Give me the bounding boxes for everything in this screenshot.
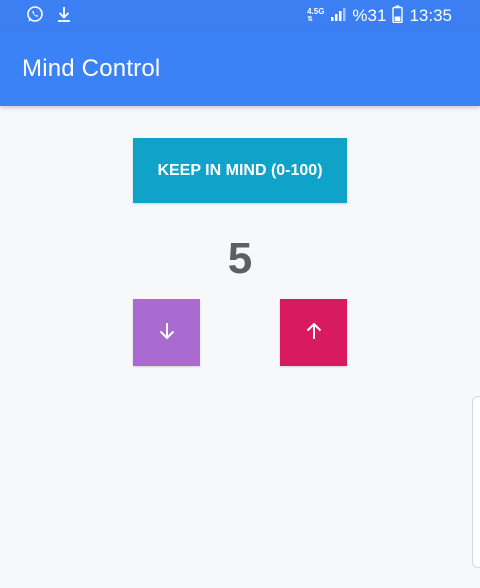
clock: 13:35 (409, 6, 452, 25)
signal-icon (330, 6, 346, 27)
status-right-area: 4.5G ⇅ %31 13:35 (307, 5, 452, 27)
whatsapp-icon (26, 5, 44, 28)
status-left-icons (26, 5, 72, 28)
app-title: Mind Control (22, 55, 161, 82)
arrow-up-icon (303, 320, 325, 345)
app-bar: Mind Control (0, 32, 480, 106)
keep-in-mind-label: KEEP IN MIND (0-100) (157, 161, 323, 179)
keep-in-mind-button[interactable]: KEEP IN MIND (0-100) (133, 138, 347, 203)
arrow-down-icon (156, 320, 178, 345)
status-bar: 4.5G ⇅ %31 13:35 (0, 0, 480, 32)
current-value: 5 (227, 234, 253, 283)
edge-panel-handle[interactable] (472, 396, 480, 568)
download-icon (56, 5, 72, 28)
increment-button[interactable] (280, 299, 347, 366)
network-type: 4.5G ⇅ (307, 7, 325, 24)
battery-icon (392, 5, 404, 28)
battery-percent: %31 (352, 6, 387, 25)
decrement-button[interactable] (133, 299, 200, 366)
